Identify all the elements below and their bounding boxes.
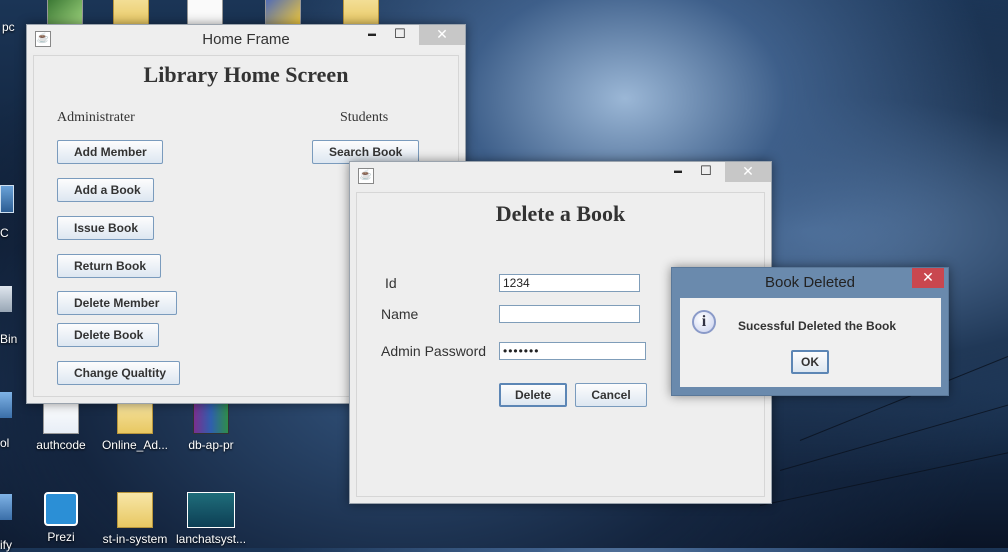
desktop-icon-prezi[interactable]: Prezi <box>26 492 96 544</box>
close-button[interactable]: ✕ <box>912 268 944 288</box>
monitor-icon[interactable] <box>0 185 14 213</box>
shortcut-icon <box>187 0 223 26</box>
maximize-button[interactable]: ☐ <box>387 25 413 45</box>
minimize-button[interactable]: ▬ <box>665 162 691 182</box>
delete-book-button[interactable]: Delete Book <box>57 323 159 347</box>
desktop-label-fragment[interactable]: C <box>0 226 9 240</box>
powerpoint-icon <box>187 492 235 528</box>
ok-button[interactable]: OK <box>791 350 829 374</box>
students-label: Students <box>340 110 389 125</box>
administrater-label: Administrater <box>57 110 135 125</box>
minimize-button[interactable]: ▬ <box>359 25 385 45</box>
add-book-button[interactable]: Add a Book <box>57 178 154 202</box>
page-title: Delete a Book <box>495 201 626 226</box>
name-label: Name <box>381 306 419 322</box>
desktop-icon-online-ad[interactable]: Online_Ad... <box>100 398 170 452</box>
desktop-icon-label: Prezi <box>47 530 75 544</box>
dialog-title-bar[interactable]: Book Deleted ✕ <box>672 268 948 298</box>
title-bar[interactable]: ☕ ▬ ☐ ✕ <box>350 162 771 190</box>
admin-password-field[interactable] <box>499 342 646 360</box>
admin-password-label: Admin Password <box>381 343 487 359</box>
desktop-icon-label: st-in-system <box>102 532 168 546</box>
app-icon <box>47 0 83 26</box>
dialog-content-panel: i Sucessful Deleted the Book OK <box>680 298 941 387</box>
java-icon: ☕ <box>358 168 374 184</box>
delete-member-button[interactable]: Delete Member <box>57 291 177 315</box>
info-icon: i <box>692 310 716 334</box>
shortcut-icon[interactable] <box>0 392 12 418</box>
add-member-button[interactable]: Add Member <box>57 140 163 164</box>
dialog-title: Book Deleted <box>764 274 856 291</box>
desktop-icon-lanchatsyst[interactable]: lanchatsyst... <box>176 492 246 546</box>
info-glyph: i <box>701 313 707 330</box>
name-field[interactable] <box>499 305 640 323</box>
close-button[interactable]: ✕ <box>419 25 465 45</box>
desktop-icon-st-in-system[interactable]: st-in-system <box>100 492 170 546</box>
desktop-label-fragment[interactable]: Bin <box>0 332 17 346</box>
desktop-icon-label: lanchatsyst... <box>176 532 247 546</box>
folder-icon <box>117 492 153 528</box>
close-button[interactable]: ✕ <box>725 162 771 182</box>
desktop-icon-label: db-ap-pr <box>188 438 234 452</box>
prezi-icon <box>44 492 78 526</box>
desktop-label-pc[interactable]: pc <box>2 20 15 34</box>
title-bar[interactable]: ☕ Home Frame ▬ ☐ ✕ <box>27 25 465 53</box>
book-deleted-dialog: Book Deleted ✕ i Sucessful Deleted the B… <box>671 267 949 396</box>
change-quantity-button[interactable]: Change Qualtity <box>57 361 180 385</box>
desktop-icon-label: Online_Ad... <box>101 438 169 452</box>
return-book-button[interactable]: Return Book <box>57 254 161 278</box>
delete-button[interactable]: Delete <box>499 383 567 407</box>
folder-icon <box>113 0 149 26</box>
recycle-bin-icon[interactable] <box>0 286 12 312</box>
dialog-message: Sucessful Deleted the Book <box>738 319 897 333</box>
desktop-icon-authcode[interactable]: authcode <box>26 398 96 452</box>
folder-icon <box>343 0 379 26</box>
desktop-label-fragment[interactable]: ify <box>0 538 12 552</box>
shortcut-icon[interactable] <box>0 494 12 520</box>
power-line <box>759 448 1008 506</box>
issue-book-button[interactable]: Issue Book <box>57 216 154 240</box>
desktop-icon-label: authcode <box>36 438 86 452</box>
id-label: Id <box>385 275 397 291</box>
page-title: Library Home Screen <box>143 62 349 87</box>
desktop-icon-db-ap-pr[interactable]: db-ap-pr <box>176 398 246 452</box>
id-field[interactable] <box>499 274 640 292</box>
cancel-button[interactable]: Cancel <box>575 383 647 407</box>
shield-icon <box>265 0 301 26</box>
maximize-button[interactable]: ☐ <box>693 162 719 182</box>
desktop-label-fragment[interactable]: ol <box>0 436 9 450</box>
